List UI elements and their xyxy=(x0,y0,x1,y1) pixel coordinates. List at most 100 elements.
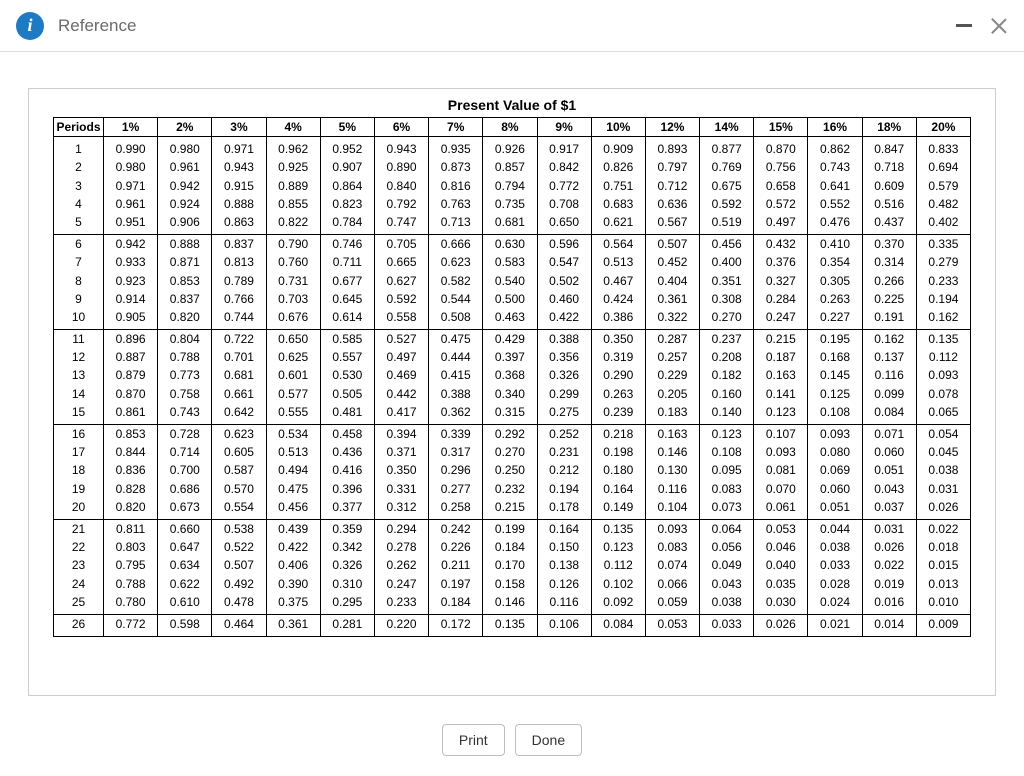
table-row: 200.8200.6730.5540.4560.3770.3120.2580.2… xyxy=(54,498,971,520)
value-cell: 0.053 xyxy=(645,614,699,636)
value-cell: 0.587 xyxy=(212,461,266,479)
value-cell: 0.516 xyxy=(862,195,916,213)
table-row: 260.7720.5980.4640.3610.2810.2200.1720.1… xyxy=(54,614,971,636)
value-cell: 0.116 xyxy=(645,480,699,498)
value-cell: 0.804 xyxy=(158,330,212,349)
value-cell: 0.923 xyxy=(104,272,158,290)
value-cell: 0.270 xyxy=(700,308,754,330)
value-cell: 0.270 xyxy=(483,443,537,461)
value-cell: 0.681 xyxy=(483,213,537,235)
value-cell: 0.135 xyxy=(916,330,970,349)
value-cell: 0.400 xyxy=(700,253,754,271)
value-cell: 0.951 xyxy=(104,213,158,235)
value-cell: 0.415 xyxy=(429,366,483,384)
done-button[interactable]: Done xyxy=(515,724,582,756)
value-cell: 0.326 xyxy=(537,366,591,384)
value-cell: 0.641 xyxy=(808,177,862,195)
value-cell: 0.225 xyxy=(862,290,916,308)
value-cell: 0.673 xyxy=(158,498,212,520)
value-cell: 0.871 xyxy=(158,253,212,271)
value-cell: 0.826 xyxy=(591,158,645,176)
value-cell: 0.756 xyxy=(754,158,808,176)
value-cell: 0.056 xyxy=(700,538,754,556)
period-cell: 23 xyxy=(54,556,104,574)
value-cell: 0.026 xyxy=(916,498,970,520)
value-cell: 0.943 xyxy=(374,137,428,159)
value-cell: 0.811 xyxy=(104,519,158,538)
value-cell: 0.500 xyxy=(483,290,537,308)
value-cell: 0.942 xyxy=(104,235,158,254)
value-cell: 0.744 xyxy=(212,308,266,330)
content-frame[interactable]: Present Value of $1 Periods1%2%3%4%5%6%7… xyxy=(28,88,996,696)
value-cell: 0.212 xyxy=(537,461,591,479)
value-cell: 0.888 xyxy=(158,235,212,254)
period-cell: 4 xyxy=(54,195,104,213)
value-cell: 0.198 xyxy=(591,443,645,461)
col-header-rate: 7% xyxy=(429,118,483,137)
value-cell: 0.582 xyxy=(429,272,483,290)
col-header-periods: Periods xyxy=(54,118,104,137)
value-cell: 0.464 xyxy=(212,614,266,636)
table-row: 110.8960.8040.7220.6500.5850.5270.4750.4… xyxy=(54,330,971,349)
value-cell: 0.317 xyxy=(429,443,483,461)
value-cell: 0.623 xyxy=(429,253,483,271)
value-cell: 0.019 xyxy=(862,575,916,593)
value-cell: 0.038 xyxy=(700,593,754,615)
value-cell: 0.061 xyxy=(754,498,808,520)
value-cell: 0.312 xyxy=(374,498,428,520)
period-cell: 18 xyxy=(54,461,104,479)
col-header-rate: 2% xyxy=(158,118,212,137)
value-cell: 0.073 xyxy=(700,498,754,520)
value-cell: 0.340 xyxy=(483,385,537,403)
value-cell: 0.712 xyxy=(645,177,699,195)
value-cell: 0.816 xyxy=(429,177,483,195)
period-cell: 13 xyxy=(54,366,104,384)
value-cell: 0.227 xyxy=(808,308,862,330)
value-cell: 0.074 xyxy=(645,556,699,574)
value-cell: 0.645 xyxy=(320,290,374,308)
value-cell: 0.544 xyxy=(429,290,483,308)
value-cell: 0.396 xyxy=(320,480,374,498)
value-cell: 0.351 xyxy=(700,272,754,290)
value-cell: 0.609 xyxy=(862,177,916,195)
value-cell: 0.015 xyxy=(916,556,970,574)
value-cell: 0.873 xyxy=(429,158,483,176)
period-cell: 15 xyxy=(54,403,104,425)
period-cell: 26 xyxy=(54,614,104,636)
value-cell: 0.828 xyxy=(104,480,158,498)
value-cell: 0.552 xyxy=(808,195,862,213)
value-cell: 0.857 xyxy=(483,158,537,176)
value-cell: 0.797 xyxy=(645,158,699,176)
value-cell: 0.397 xyxy=(483,348,537,366)
value-cell: 0.497 xyxy=(374,348,428,366)
close-icon[interactable] xyxy=(990,17,1008,35)
value-cell: 0.837 xyxy=(158,290,212,308)
value-cell: 0.141 xyxy=(754,385,808,403)
period-cell: 7 xyxy=(54,253,104,271)
value-cell: 0.784 xyxy=(320,213,374,235)
value-cell: 0.746 xyxy=(320,235,374,254)
value-cell: 0.795 xyxy=(104,556,158,574)
value-cell: 0.279 xyxy=(916,253,970,271)
value-cell: 0.647 xyxy=(158,538,212,556)
value-cell: 0.694 xyxy=(916,158,970,176)
value-cell: 0.731 xyxy=(266,272,320,290)
value-cell: 0.914 xyxy=(104,290,158,308)
minimize-icon[interactable] xyxy=(956,24,972,27)
value-cell: 0.788 xyxy=(104,575,158,593)
value-cell: 0.660 xyxy=(158,519,212,538)
print-button[interactable]: Print xyxy=(442,724,505,756)
value-cell: 0.416 xyxy=(320,461,374,479)
value-cell: 0.790 xyxy=(266,235,320,254)
value-cell: 0.650 xyxy=(537,213,591,235)
value-cell: 0.305 xyxy=(808,272,862,290)
value-cell: 0.917 xyxy=(537,137,591,159)
value-cell: 0.773 xyxy=(158,366,212,384)
value-cell: 0.322 xyxy=(645,308,699,330)
value-cell: 0.033 xyxy=(700,614,754,636)
value-cell: 0.066 xyxy=(645,575,699,593)
value-cell: 0.896 xyxy=(104,330,158,349)
value-cell: 0.104 xyxy=(645,498,699,520)
value-cell: 0.394 xyxy=(374,425,428,444)
value-cell: 0.564 xyxy=(591,235,645,254)
